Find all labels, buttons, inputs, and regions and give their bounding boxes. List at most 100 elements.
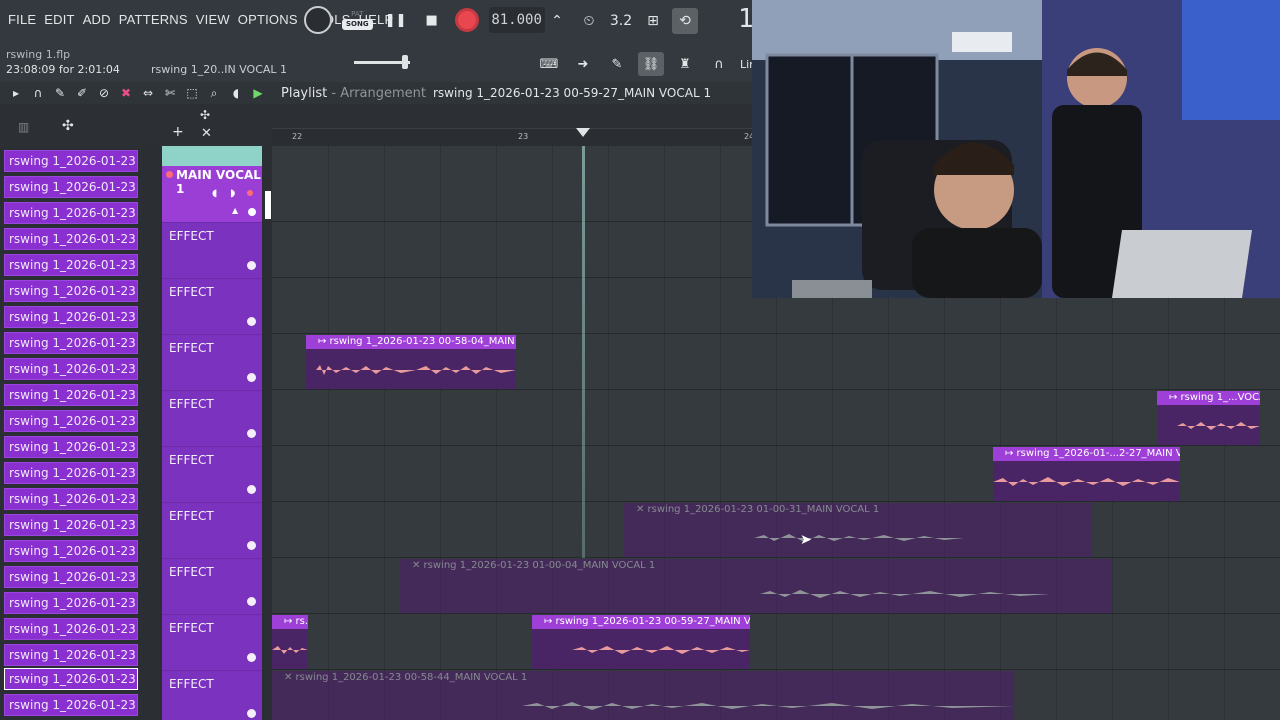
track-header-effect[interactable]: EFFECT (162, 222, 262, 278)
playhead-marker[interactable] (576, 128, 590, 137)
step-edit-icon[interactable]: ⊞ (640, 8, 666, 34)
audio-clip[interactable]: ↦ rswing 1_2026-01-...2-27_MAIN VOCAL 1 (993, 447, 1180, 501)
pattern-picker-icon[interactable]: ▥ (18, 120, 29, 134)
link-icon[interactable]: ⛓ (638, 52, 664, 76)
mute-tool-icon[interactable]: ✖ (118, 85, 134, 101)
audio-clip-muted[interactable]: ✕ rswing 1_2026-01-23 00-58-44_MAIN VOCA… (272, 671, 1014, 720)
close-x-icon[interactable]: ✕ (201, 126, 212, 141)
master-pitch-handle[interactable] (402, 55, 408, 69)
magnet-icon[interactable]: ∩ (706, 52, 732, 76)
paint-icon[interactable]: ✐ (74, 85, 90, 101)
track-header-effect[interactable]: EFFECT (162, 558, 262, 614)
record-arm-icon[interactable] (166, 171, 173, 178)
clip-list-item[interactable]: rswing 1_2026-01-23 00... (4, 566, 138, 588)
add-track-icon[interactable]: + (172, 124, 184, 140)
track-select-dot[interactable] (247, 317, 256, 326)
menu-options[interactable]: OPTIONS (238, 12, 298, 27)
track-select-dot[interactable] (247, 653, 256, 662)
clip-list-item[interactable]: rswing 1_2026-01-23 00... (4, 228, 138, 250)
wait-for-input-icon[interactable]: ⏲ (576, 8, 602, 34)
record-button[interactable] (454, 8, 479, 32)
clip-list-item[interactable]: rswing 1_2026-01-23 00... (4, 462, 138, 484)
stamp-icon[interactable]: ♜ (672, 52, 698, 76)
audio-clip[interactable]: ↦ rswing 1_2026-01-23 00-58-04_MAIN VOCA… (306, 335, 516, 389)
pause-button[interactable]: ❚❚ (383, 7, 409, 33)
menu-file[interactable]: FILE (8, 12, 36, 27)
clip-list-item[interactable]: rswing 1_2026-01-23 00... (4, 618, 138, 640)
arrangement-label[interactable]: Arrangement (340, 86, 426, 101)
menu-patterns[interactable]: PATTERNS (119, 12, 188, 27)
clip-list-item[interactable]: rswing 1_2026-01-23 00... (4, 436, 138, 458)
track-header-effect[interactable]: EFFECT (162, 502, 262, 558)
track-select-dot[interactable] (247, 373, 256, 382)
magnet-snap-icon[interactable]: ∩ (30, 85, 46, 101)
clip-list-item[interactable]: rswing 1_2026-01-23 00... (4, 254, 138, 276)
master-volume-knob[interactable] (304, 6, 332, 34)
countdown-icon[interactable]: 3.2 (608, 8, 634, 34)
tempo-display[interactable]: 81.000 (488, 7, 545, 33)
menu-view[interactable]: VIEW (196, 12, 230, 27)
clip-list-item[interactable]: rswing 1_2026-01-23 00... (4, 358, 138, 380)
clip-list-item[interactable]: rswing 1_2026-01-23 00... (4, 592, 138, 614)
audio-clip[interactable]: ↦ rswing 1_2026-01-23 00-59-27_MAIN VOCA… (532, 615, 750, 669)
clip-list-item[interactable]: rswing 1_2026-01-23 00... (4, 280, 138, 302)
clip-list-item[interactable]: rswing 1_2026-01-23 00... (4, 332, 138, 354)
speaker-icon[interactable]: ◖ (212, 188, 217, 199)
menu-add[interactable]: ADD (83, 12, 111, 27)
speaker-icon[interactable]: ◖ (228, 85, 244, 101)
snap-target-icon[interactable]: ✣ (62, 118, 74, 134)
audio-clip[interactable]: ↦ rs...1 (272, 615, 308, 669)
clip-list-item[interactable]: rswing 1_2026-01-23 00... (4, 488, 138, 510)
menu-edit[interactable]: EDIT (44, 12, 74, 27)
track-header-top[interactable] (162, 146, 262, 166)
track-header-effect[interactable]: EFFECT (162, 670, 262, 720)
timeline-ruler[interactable]: 22 23 24 (272, 128, 754, 146)
audio-clip[interactable]: ↦ rswing 1_...VOCAL 1 (1157, 391, 1260, 445)
audio-clip-muted[interactable]: ✕ rswing 1_2026-01-23 01-00-04_MAIN VOCA… (400, 559, 1112, 613)
clip-list-item[interactable]: rswing 1_2026-01-23 00... (4, 202, 138, 224)
clip-list-item[interactable]: rswing 1_2026-01-23 00... (4, 306, 138, 328)
track-select-dot[interactable] (247, 597, 256, 606)
track-header-effect[interactable]: EFFECT (162, 446, 262, 502)
stop-button[interactable]: ■ (419, 7, 445, 33)
slice-icon[interactable]: ✄ (162, 85, 178, 101)
collapse-icon[interactable]: ▲ (232, 206, 238, 215)
play-triangle-icon[interactable]: ▸ (8, 85, 24, 101)
slip-icon[interactable]: ⇔ (140, 85, 156, 101)
arrow-right-icon[interactable]: ➜ (570, 52, 596, 76)
record-dot-icon[interactable] (247, 190, 253, 196)
track-select-dot[interactable] (247, 541, 256, 550)
metronome-icon[interactable]: ⌃ (544, 8, 570, 34)
brush-icon[interactable]: ✎ (604, 52, 630, 76)
play-arrangement-icon[interactable]: ▶ (250, 85, 266, 101)
clip-list-item[interactable]: rswing 1_2026-01-23 00... (4, 694, 138, 716)
track-select-dot[interactable] (248, 208, 256, 216)
clip-list-item[interactable]: rswing 1_2026-01-23 00... (4, 540, 138, 562)
audio-clip-muted[interactable]: ✕ rswing 1_2026-01-23 01-00-31_MAIN VOCA… (624, 503, 1092, 557)
track-select-dot[interactable] (247, 261, 256, 270)
track-select-dot[interactable] (247, 429, 256, 438)
select-icon[interactable]: ⬚ (184, 85, 200, 101)
clip-list-item[interactable]: rswing 1_2026-01-23 00... (4, 150, 138, 172)
track-header-effect[interactable]: EFFECT (162, 614, 262, 670)
zoom-icon[interactable]: ⌕ (206, 85, 222, 101)
keyboard-icon[interactable]: ⌨ (536, 52, 562, 76)
track-header-effect[interactable]: EFFECT (162, 390, 262, 446)
track-select-dot[interactable] (247, 709, 256, 718)
clip-list-item[interactable]: rswing 1_2026-01-23 00... (4, 176, 138, 198)
track-select-dot[interactable] (247, 485, 256, 494)
pencil-icon[interactable]: ✎ (52, 85, 68, 101)
clip-list-item[interactable]: rswing 1_2026-01-23 00... (4, 384, 138, 406)
mute-icon[interactable]: ◗ (230, 188, 235, 199)
pat-song-toggle[interactable]: PAT SONG (342, 10, 373, 30)
clip-list-item[interactable]: rswing 1_2026-01-23 00... (4, 514, 138, 536)
clip-list-item-selected[interactable]: rswing 1_2026-01-23 00... (4, 668, 138, 690)
track-header-effect[interactable]: EFFECT (162, 278, 262, 334)
current-clip-name[interactable]: rswing 1_2026-01-23 00-59-27_MAIN VOCAL … (433, 86, 711, 100)
track-header-main-vocal[interactable]: MAIN VOCAL 1 ◖ ◗ ▲ (162, 166, 262, 222)
delete-icon[interactable]: ⊘ (96, 85, 112, 101)
scroll-tools-icon[interactable]: ✣ (200, 108, 210, 122)
loop-record-icon[interactable]: ⟲ (672, 8, 698, 34)
clip-list-item[interactable]: rswing 1_2026-01-23 00... (4, 644, 138, 666)
clip-list-item[interactable]: rswing 1_2026-01-23 00... (4, 410, 138, 432)
